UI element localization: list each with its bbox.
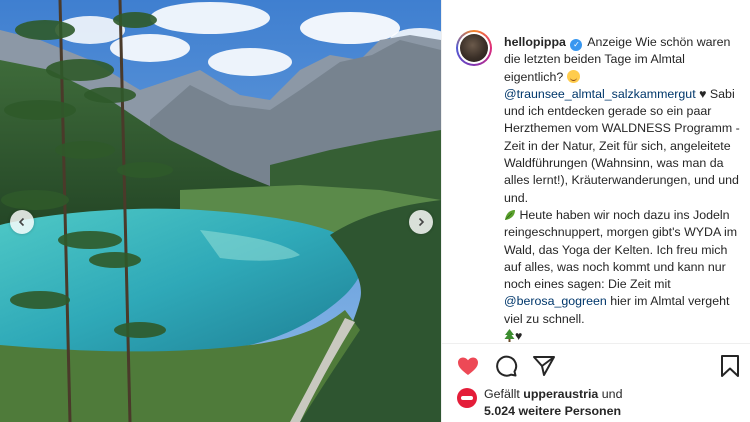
like-button[interactable] (456, 354, 482, 380)
liker-username-link[interactable]: upperaustria (523, 387, 598, 401)
post-caption: hellopippa ✓ Anzeige Wie schön waren die… (504, 34, 746, 345)
comment-bubble-icon (496, 355, 518, 377)
bookmark-icon (721, 355, 739, 377)
post-sidebar: hellopippa ✓ Anzeige Wie schön waren die… (441, 0, 750, 422)
share-button[interactable] (532, 354, 558, 380)
likes-conjunction: und (601, 387, 623, 401)
chevron-right-icon (418, 217, 425, 227)
smiling-face-emoji-icon (566, 69, 580, 83)
likes-text: Gefällt upperaustria und 5.024 weitere P… (484, 386, 622, 420)
caption-body-1: Sabi und ich entdecken gerade so ein paa… (504, 86, 740, 205)
chevron-left-icon (18, 217, 25, 227)
liker-avatar[interactable] (456, 387, 478, 409)
avatar[interactable] (456, 30, 492, 66)
caption-section: hellopippa ✓ Anzeige Wie schön waren die… (456, 30, 746, 343)
lake-landscape-image (0, 0, 441, 422)
likes-summary: Gefällt upperaustria und 5.024 weitere P… (456, 386, 746, 420)
previous-image-button[interactable] (10, 210, 34, 234)
heart-emoji: ♥ (515, 329, 523, 344)
profile-photo (460, 34, 488, 62)
post-photo[interactable] (0, 0, 441, 422)
leaf-emoji-icon (505, 209, 515, 220)
username-link[interactable]: hellopippa (504, 35, 566, 49)
save-button[interactable] (718, 354, 744, 380)
heart-emoji: ♥ (699, 86, 707, 101)
post-actions (456, 354, 746, 380)
comment-button[interactable] (494, 354, 520, 380)
divider (442, 343, 750, 344)
caption-body-2: Heute haben wir noch dazu ins Jodeln rei… (504, 207, 738, 292)
mention-link[interactable]: @berosa_gogreen (504, 294, 607, 308)
likes-prefix: Gefällt (484, 387, 520, 401)
heart-icon (458, 357, 478, 375)
verified-badge-icon: ✓ (570, 39, 583, 51)
likes-count-link[interactable]: 5.024 weitere Personen (484, 404, 621, 418)
tree-emoji-icon (504, 329, 515, 343)
mention-link[interactable]: @traunsee_almtal_salzkammergut (504, 87, 696, 101)
paper-plane-icon (533, 356, 555, 376)
next-image-button[interactable] (409, 210, 433, 234)
upper-austria-logo-icon (457, 388, 477, 408)
